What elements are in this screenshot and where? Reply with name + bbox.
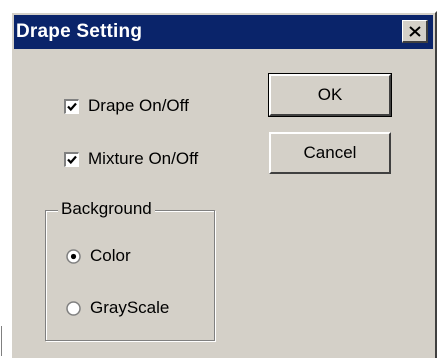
close-button[interactable]	[402, 20, 428, 43]
drape-onoff-checkbox[interactable]	[64, 98, 79, 114]
window-edge-fragment	[1, 326, 2, 356]
drape-onoff-row[interactable]: Drape On/Off	[64, 96, 189, 116]
ok-button[interactable]: OK	[268, 73, 392, 117]
mixture-onoff-label: Mixture On/Off	[88, 149, 199, 168]
checkmark-icon	[67, 102, 77, 111]
drape-setting-dialog: Drape Setting Drape On/Off Mixture On/Of…	[10, 11, 437, 358]
mixture-onoff-checkbox[interactable]	[64, 151, 79, 167]
page: Drape Setting Drape On/Off Mixture On/Of…	[0, 0, 437, 358]
background-legend: Background	[58, 199, 155, 219]
color-option-label: Color	[90, 246, 131, 265]
background-groupbox: Background Color GrayScale	[45, 199, 215, 341]
grayscale-option-label: GrayScale	[90, 298, 170, 317]
cancel-button[interactable]: Cancel	[269, 132, 391, 174]
color-option[interactable]: Color	[66, 246, 131, 266]
title-bar[interactable]: Drape Setting	[14, 15, 433, 49]
radio-unselected-icon[interactable]	[66, 300, 81, 316]
checkmark-icon	[67, 155, 77, 164]
drape-onoff-label: Drape On/Off	[88, 96, 189, 115]
mixture-onoff-row[interactable]: Mixture On/Off	[64, 149, 198, 169]
grayscale-option[interactable]: GrayScale	[66, 298, 169, 318]
radio-selected-icon[interactable]	[66, 248, 81, 264]
close-icon	[408, 25, 421, 37]
window-title: Drape Setting	[16, 21, 143, 42]
